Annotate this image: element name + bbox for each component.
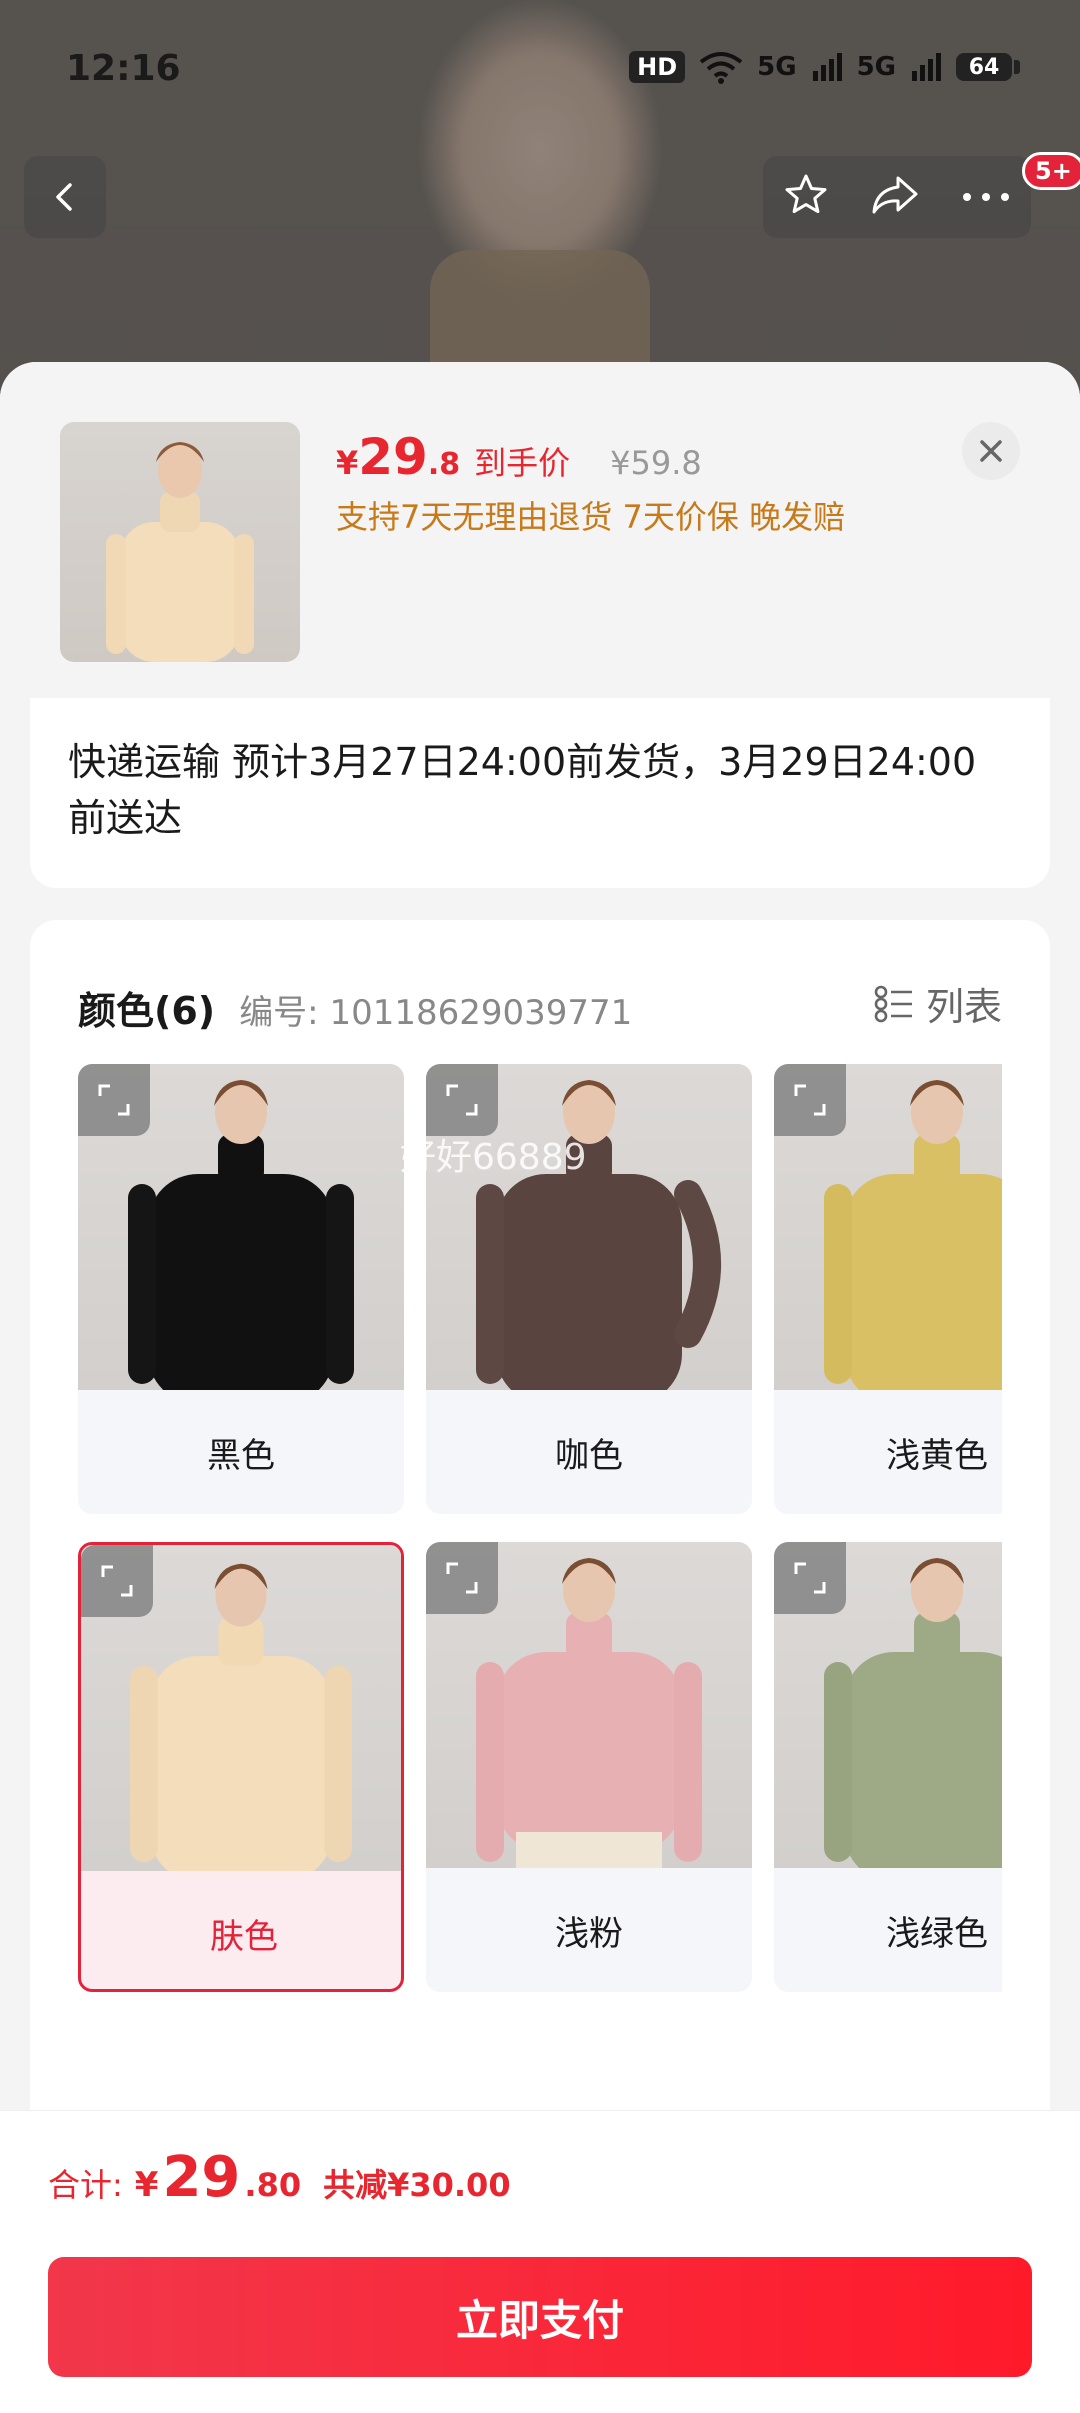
checkout-bar: 合计: ¥ 29 .80 共减¥30.00 立即支付 [0, 2110, 1080, 2413]
total-savings: 共减¥30.00 [323, 2166, 511, 2204]
share-icon [872, 176, 918, 214]
list-icon [874, 985, 912, 1022]
color-option-label: 黑色 [207, 1435, 275, 1476]
price-line: ¥29.8 到手价 ¥59.8 [336, 428, 702, 486]
back-button[interactable] [24, 156, 106, 238]
selected-product-thumbnail[interactable] [60, 422, 300, 662]
close-icon [980, 440, 1002, 462]
share-button[interactable] [870, 172, 920, 222]
list-label: 列表 [925, 985, 1002, 1029]
expand-icon[interactable] [78, 1064, 150, 1136]
total-price: 合计: ¥ 29 .80 共减¥30.00 [48, 2145, 511, 2210]
chevron-left-icon [56, 183, 72, 211]
favorite-button[interactable] [783, 172, 829, 222]
signal-1-label: 5G [757, 52, 797, 82]
sku-selection-sheet: ¥29.8 到手价 ¥59.8 支持7天无理由退货 7天价保 晚发赔 快递运输 … [0, 362, 1080, 2412]
total-int: 29 [162, 2145, 241, 2210]
service-guarantees: 支持7天无理由退货 7天价保 晚发赔 [336, 498, 846, 536]
expand-icon[interactable] [426, 1542, 498, 1614]
color-option-label: 浅黄色 [886, 1435, 988, 1476]
battery-icon: 64 [956, 53, 1020, 81]
shipping-text: 快递运输 预计3月27日24:00前发货，3月29日24:00前送达 [68, 740, 977, 840]
color-header: 颜色(6) 编号: 10118629039771 [78, 980, 632, 1035]
more-dots-icon [962, 192, 1009, 201]
total-label: 合计: [48, 2166, 123, 2204]
top-right-actions [763, 156, 1031, 238]
signal-1-icon [812, 53, 842, 81]
message-badge: 5+ [1022, 152, 1080, 190]
status-time: 12:16 [66, 48, 181, 89]
color-option-label: 肤色 [210, 1916, 278, 1957]
hd-icon: HD [629, 51, 686, 83]
expand-icon[interactable] [774, 1064, 846, 1136]
signal-2-icon [912, 53, 941, 81]
color-options-grid: 黑色 咖色 浅黄色 肤色 浅粉 浅绿色 [78, 1064, 1002, 1994]
color-option-skin-selected[interactable]: 肤色 [78, 1542, 404, 1992]
color-title: 颜色(6) [78, 989, 216, 1033]
expand-icon[interactable] [426, 1064, 498, 1136]
color-option-light-pink[interactable]: 浅粉 [426, 1542, 752, 1992]
shipping-info: 快递运输 预计3月27日24:00前发货，3月29日24:00前送达 [30, 698, 1050, 888]
watermark-text: 好好66889 [400, 1137, 587, 1178]
color-option-label: 浅粉 [555, 1913, 623, 1954]
color-option-label: 咖色 [555, 1435, 623, 1476]
sku-summary: ¥29.8 到手价 ¥59.8 支持7天无理由退货 7天价保 晚发赔 [0, 362, 1080, 692]
star-icon [785, 174, 827, 214]
expand-icon[interactable] [774, 1542, 846, 1614]
signal-2-label: 5G [856, 52, 896, 82]
color-option-label: 浅绿色 [886, 1913, 988, 1954]
final-price: ¥29.8 [336, 428, 461, 486]
list-view-toggle[interactable]: 列表 [874, 976, 1002, 1031]
expand-icon[interactable] [81, 1545, 153, 1617]
status-bar: 12:16 HD 5G 5G 64 [0, 0, 1080, 140]
product-code: 编号: 10118629039771 [239, 993, 633, 1033]
status-icons: HD 5G 5G 64 [629, 50, 1020, 84]
total-currency: ¥ [134, 2165, 159, 2205]
pay-now-button[interactable]: 立即支付 [48, 2257, 1032, 2377]
color-option-black[interactable]: 黑色 [78, 1064, 404, 1514]
close-button[interactable] [962, 422, 1020, 480]
final-price-label: 到手价 [474, 444, 571, 482]
thumbnail-illustration [106, 442, 254, 662]
battery-level: 64 [956, 53, 1012, 81]
more-button[interactable] [961, 188, 1011, 207]
color-option-light-green[interactable]: 浅绿色 [774, 1542, 1002, 1992]
original-price: ¥59.8 [610, 444, 702, 482]
wifi-icon [699, 52, 743, 84]
total-dec: .80 [244, 2166, 302, 2204]
color-option-light-yellow[interactable]: 浅黄色 [774, 1064, 1002, 1514]
